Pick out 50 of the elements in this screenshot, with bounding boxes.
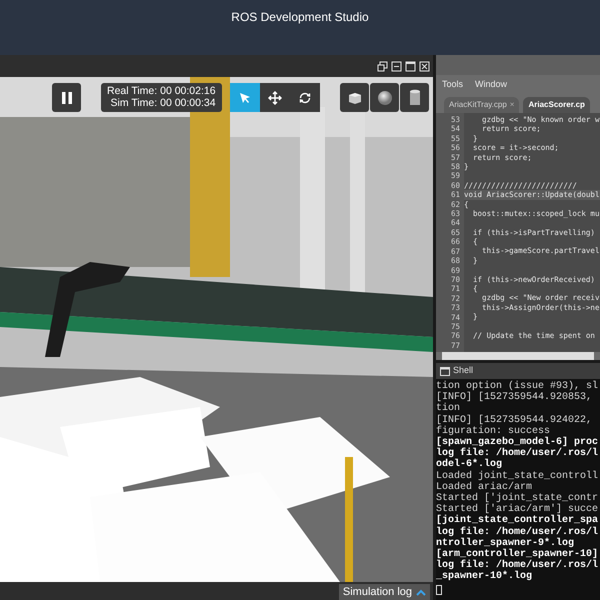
tool-button[interactable] [260,83,290,112]
shell-line: Loaded joint_state_controll [436,470,600,482]
menu-item[interactable]: Tools [442,78,464,92]
shell-line: [arm_controller_spawner-10] [436,549,600,560]
shell-line: [INFO] [1527359544.920853, [436,392,594,404]
shell-line: tion option (issue #93), sl [436,381,600,392]
cylinder-icon [408,88,420,106]
minimize-icon[interactable] [391,60,402,72]
sim-time-text: Sim Time: 00 00:00:34 [110,97,216,109]
sphere-icon [376,90,392,106]
rotate-icon [298,90,312,104]
shape-button[interactable] [400,83,429,112]
shell-line: log file: /home/user/.ros/l [436,560,600,572]
horizontal-scrollbar[interactable] [442,352,594,360]
shell-line: figuration: success [436,426,550,437]
file-tab[interactable]: AriacKitTray.cpp × [444,97,520,113]
tab-label: AriacKitTray.cpp [449,99,507,111]
maximize-icon[interactable] [405,60,416,72]
tab-close[interactable]: × [510,99,514,111]
shell-line: ntroller_spawner-9*.log [436,538,574,549]
shell-line: Started ['ariac/arm'] succe [436,504,600,516]
shell-line: log file: /home/user/.ros/l [436,526,600,538]
pause-button[interactable] [52,83,81,112]
pause-icon [62,92,72,104]
shell-line: _spawner-10*.log [436,571,534,583]
shell-title: Shell [453,364,474,378]
shell-line: [joint_state_controller_spa [436,515,600,526]
menu-item[interactable]: Window [475,78,508,92]
pointer-icon [238,90,252,104]
file-tab[interactable]: AriacScorer.cp [523,97,590,113]
shell-line: Loaded ariac/arm [436,482,532,493]
chevron-up-icon [416,588,426,596]
tool-button[interactable] [290,83,320,112]
terminal-icon [440,366,450,376]
shape-button[interactable] [340,83,369,112]
move-icon [268,90,282,104]
shell-line: tion [436,403,462,414]
shell-line: [INFO] [1527359544.924022, [436,414,594,426]
shape-button[interactable] [370,83,399,112]
shell-line: odel-6*.log [436,459,504,470]
shell-line: log file: /home/user/.ros/l [436,448,600,460]
restore-icon[interactable] [377,60,388,72]
terminal-cursor [436,584,442,595]
tab-label: AriacScorer.cp [528,99,585,111]
shell-line: Started ['joint_state_contr [436,493,600,504]
real-time-text: Real Time: 00 00:02:16 [107,85,216,97]
simulation-log-toggle[interactable]: Simulation log [338,584,430,600]
shell-line: [spawn_gazebo_model-6] proc [436,437,600,448]
app-title: ROS Development Studio [231,9,369,24]
close-icon[interactable] [419,60,430,72]
